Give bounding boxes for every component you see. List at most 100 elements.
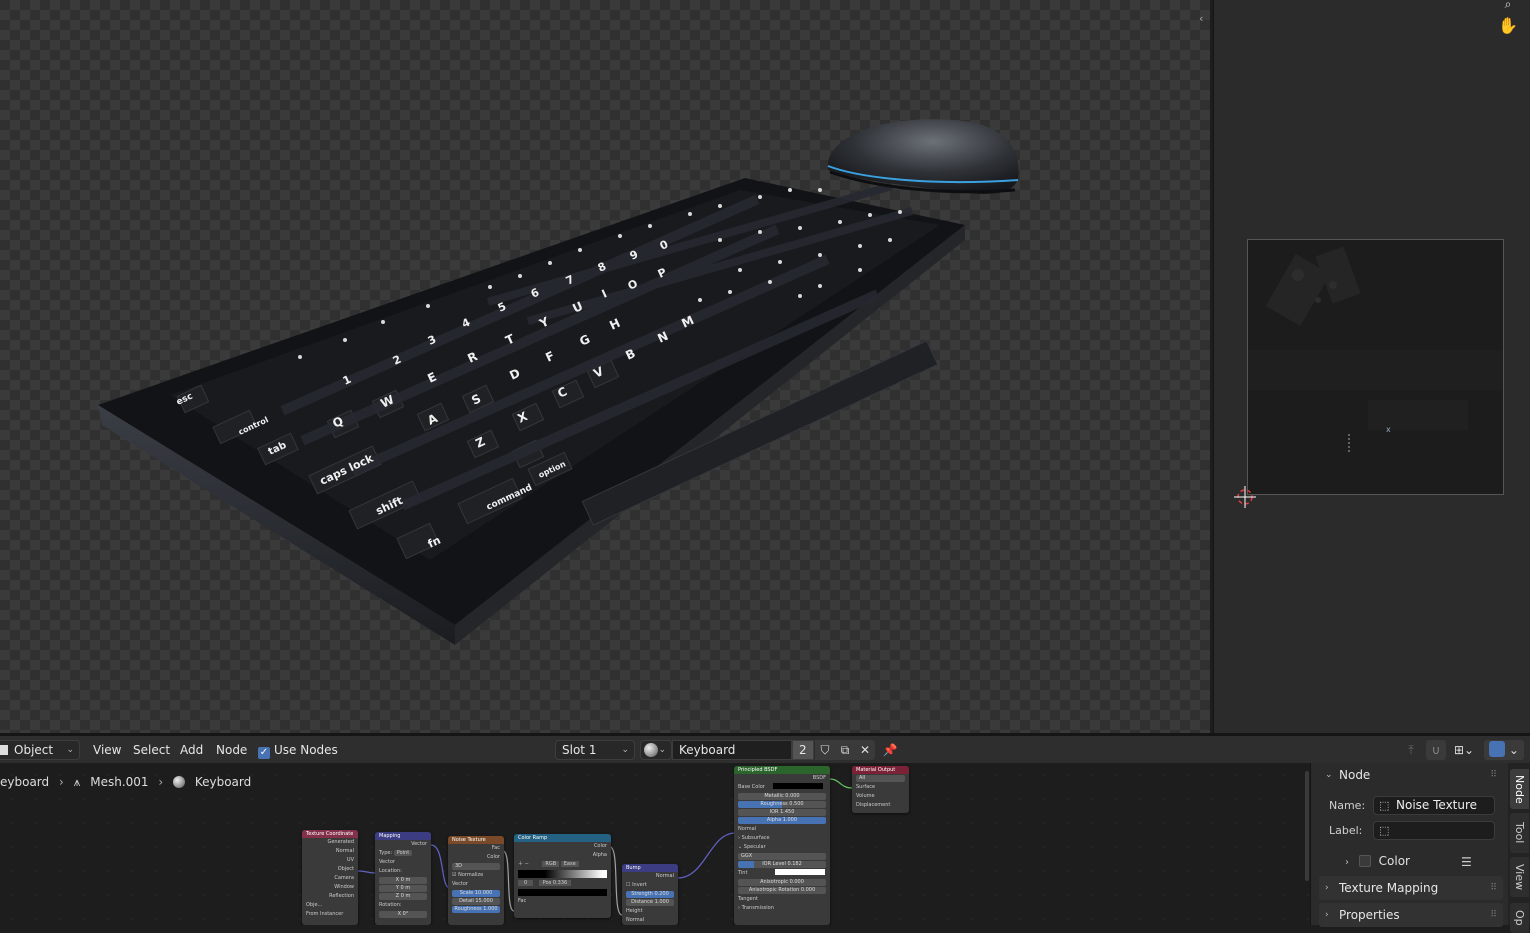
node-color-ramp[interactable]: Color Ramp Color Alpha ＋ − RGB Ease 0 Po…	[514, 834, 611, 918]
socket-vector-out[interactable]: Vector	[375, 840, 431, 849]
node-noise-texture[interactable]: Noise Texture Fac Color 3D ☑ Normalize V…	[448, 836, 504, 925]
target-dropdown[interactable]: All	[856, 775, 905, 782]
node-label-field[interactable]: ⬚	[1373, 821, 1495, 840]
panel-properties[interactable]: › Properties ⠿	[1319, 903, 1503, 927]
material-users-count[interactable]: 2	[792, 740, 814, 760]
socket-volume-in[interactable]: Volume	[852, 792, 909, 801]
interpolation-dropdown[interactable]: Ease	[560, 861, 579, 867]
slot-dropdown[interactable]: Slot 1 ⌄	[555, 740, 635, 760]
tab-view[interactable]: View	[1510, 857, 1529, 897]
socket-object[interactable]: Object	[302, 865, 358, 874]
vertical-scrollbar[interactable]	[1305, 771, 1309, 881]
socket-camera[interactable]: Camera	[302, 874, 358, 883]
parent-node-tree-icon[interactable]: ⤒	[1401, 740, 1421, 760]
socket-generated[interactable]: Generated	[302, 838, 358, 847]
color-ramp-gradient[interactable]	[518, 870, 607, 878]
tab-tool[interactable]: Tool	[1510, 813, 1529, 853]
distribution-dropdown[interactable]: GGX	[738, 853, 826, 860]
socket-height-in[interactable]: Height	[622, 907, 678, 916]
invert-checkbox[interactable]: ☐ Invert	[622, 881, 678, 890]
socket-normal[interactable]: Normal	[302, 847, 358, 856]
socket-tangent-in[interactable]: Tangent	[734, 895, 830, 904]
socket-normal-in[interactable]: Normal	[622, 916, 678, 925]
object-field[interactable]: Obje...	[302, 901, 358, 910]
menu-add[interactable]: Add	[180, 741, 203, 759]
scale-field[interactable]: Scale 10.000	[452, 890, 500, 897]
2d-cursor-icon[interactable]	[1234, 486, 1256, 508]
detail-field[interactable]: Detail 15.000	[452, 898, 500, 905]
use-nodes-toggle[interactable]: ✓ Use Nodes	[258, 741, 338, 759]
socket-alpha-out[interactable]: Alpha	[514, 851, 611, 860]
tint-swatch[interactable]	[775, 869, 826, 875]
ior-level-field[interactable]: IOR Level 0.182	[738, 861, 826, 868]
panel-texture-mapping[interactable]: › Texture Mapping ⠿	[1319, 876, 1503, 900]
node-principled-bsdf[interactable]: Principled BSDF BSDF Base Color Metallic…	[734, 766, 830, 925]
node-name-field[interactable]: ⬚ Noise Texture	[1373, 796, 1495, 815]
3d-viewport[interactable]: esc control tab caps lock shift fn comma…	[0, 0, 1210, 733]
tint-row[interactable]: Tint	[734, 869, 830, 878]
image-editor[interactable]: ⌕ ✋ x	[1213, 0, 1530, 733]
menu-node[interactable]: Node	[216, 741, 247, 759]
socket-window[interactable]: Window	[302, 883, 358, 892]
metallic-field[interactable]: Metallic 0.000	[738, 793, 826, 800]
duplicate-material-icon[interactable]: ⧉	[835, 740, 855, 760]
node-mapping[interactable]: Mapping Vector Type: Point Vector Locati…	[375, 832, 431, 925]
roughness-field[interactable]: Roughness 1.000	[452, 906, 500, 913]
pin-icon[interactable]: 📌	[880, 740, 900, 760]
material-name-field[interactable]: Keyboard	[672, 740, 792, 760]
socket-surface-in[interactable]: Surface	[852, 783, 909, 792]
drag-grip-icon[interactable]: ⠿	[1490, 876, 1497, 900]
location-y-field[interactable]: Y 0 m	[379, 885, 427, 892]
color-subpanel[interactable]: › Color	[1345, 854, 1410, 868]
from-instancer-checkbox[interactable]: From Instancer	[302, 910, 358, 919]
panel-node-header[interactable]: ⌄ Node ⠿	[1319, 763, 1503, 787]
socket-uv[interactable]: UV	[302, 856, 358, 865]
dimensions-dropdown[interactable]: 3D	[452, 863, 500, 870]
menu-view[interactable]: View	[93, 741, 121, 759]
transmission-panel[interactable]: › Transmission	[734, 904, 830, 913]
anisotropic-field[interactable]: Anisotropic 0.000	[738, 879, 826, 886]
specular-panel[interactable]: ⌄ Specular	[734, 843, 830, 852]
menu-select[interactable]: Select	[133, 741, 170, 759]
rotation-x-field[interactable]: X 0°	[379, 911, 427, 918]
browse-material-button[interactable]: ⌄	[640, 740, 672, 760]
tab-node[interactable]: Node	[1510, 769, 1529, 809]
socket-fac-in[interactable]: Fac	[514, 897, 611, 906]
node-editor-canvas[interactable]: eyboard › ⩚ Mesh.001 › Keyboard Texture …	[0, 763, 1310, 925]
socket-bsdf-out[interactable]: BSDF	[734, 774, 830, 783]
sidebar-expand-arrow-icon[interactable]: ‹	[1199, 12, 1211, 28]
color-checkbox[interactable]	[1358, 855, 1371, 867]
socket-normal-out[interactable]: Normal	[622, 872, 678, 881]
socket-normal-in[interactable]: Normal	[734, 825, 830, 834]
node-material-output[interactable]: Material Output All Surface Volume Displ…	[852, 766, 909, 813]
snap-magnet-icon[interactable]: ∪	[1426, 740, 1446, 760]
ior-field[interactable]: IOR 1.450	[738, 809, 826, 816]
unlink-material-icon[interactable]: ✕	[855, 740, 875, 760]
fake-user-shield-icon[interactable]: ⛉	[815, 740, 835, 760]
stop-color-swatch[interactable]	[518, 889, 607, 896]
socket-displacement-in[interactable]: Displacement	[852, 801, 909, 810]
add-stop-icon[interactable]: ＋ −	[518, 861, 529, 867]
pos-field[interactable]: Pos 0.336	[538, 880, 572, 886]
type-dropdown[interactable]: Point	[393, 850, 413, 856]
pan-hand-icon[interactable]: ✋	[1496, 14, 1520, 38]
shader-type-dropdown[interactable]: Object ⌄	[0, 740, 80, 760]
tab-options[interactable]: Op	[1510, 903, 1529, 933]
node-bump[interactable]: Bump Normal ☐ Invert Strength 0.200 Dist…	[622, 864, 678, 925]
alpha-field[interactable]: Alpha 1.000	[738, 817, 826, 824]
socket-fac-out[interactable]: Fac	[448, 844, 504, 853]
node-texture-coordinate[interactable]: Texture Coordinate Generated Normal UV O…	[302, 830, 358, 925]
snap-element-icon[interactable]: ⊞⌄	[1450, 740, 1478, 760]
strength-field[interactable]: Strength 0.200	[626, 891, 674, 898]
drag-grip-icon[interactable]: ⠿	[1490, 903, 1497, 927]
base-color-row[interactable]: Base Color	[734, 783, 830, 792]
location-z-field[interactable]: Z 0 m	[379, 893, 427, 900]
color-mode-dropdown[interactable]: RGB	[542, 861, 560, 867]
socket-reflection[interactable]: Reflection	[302, 892, 358, 901]
socket-vector-in[interactable]: Vector	[375, 858, 431, 867]
location-x-field[interactable]: X 0 m	[379, 877, 427, 884]
anisotropic-rotation-field[interactable]: Anisotropic Rotation 0.000	[738, 887, 826, 894]
socket-color-out[interactable]: Color	[514, 842, 611, 851]
list-icon[interactable]: ☰	[1461, 855, 1472, 869]
roughness-field[interactable]: Roughness 0.500	[738, 801, 826, 808]
